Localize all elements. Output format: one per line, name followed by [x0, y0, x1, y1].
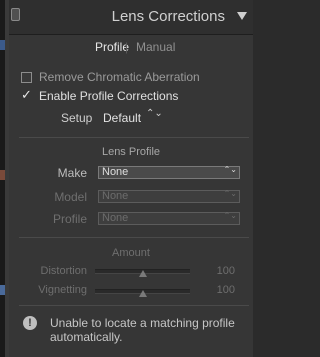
panel-header[interactable]: Lens Corrections	[9, 0, 253, 35]
model-value: None	[102, 190, 129, 202]
remove-chromatic-aberration-label: Remove Chromatic Aberration	[39, 70, 200, 84]
collapse-triangle-icon[interactable]	[237, 12, 247, 20]
setup-label: Setup	[61, 111, 93, 125]
distortion-slider-thumb[interactable]	[138, 270, 147, 277]
vignetting-slider[interactable]	[95, 289, 190, 297]
tab-separator: |	[125, 40, 129, 54]
select-arrows-icon: ⌃⌄	[223, 165, 237, 174]
tab-manual[interactable]: Manual	[136, 40, 175, 54]
setup-stepper-icon[interactable]: ⌃⌄	[146, 109, 163, 119]
warning-message: Unable to locate a matching profile auto…	[50, 316, 235, 344]
select-arrows-icon: ⌃⌄	[223, 211, 237, 220]
vignetting-slider-thumb[interactable]	[138, 290, 147, 297]
setup-select[interactable]: Default	[103, 111, 141, 125]
distortion-slider[interactable]	[95, 269, 190, 277]
model-select[interactable]: None ⌃⌄	[98, 190, 240, 203]
checkmark-icon: ✓	[21, 87, 32, 102]
left-edge-strip	[0, 0, 9, 357]
vignetting-value: 100	[216, 284, 235, 296]
left-strip-color-icon	[0, 40, 5, 50]
model-label: Model	[54, 190, 87, 204]
section-divider	[19, 137, 249, 138]
mode-tabs: Profile | Manual	[9, 40, 253, 56]
left-strip-color-icon	[0, 170, 5, 180]
make-value: None	[102, 166, 129, 178]
enable-profile-corrections-label: Enable Profile Corrections	[39, 89, 179, 103]
lens-profile-title: Lens Profile	[101, 146, 161, 158]
amount-title: Amount	[112, 247, 150, 259]
make-label: Make	[57, 166, 87, 180]
section-divider	[19, 237, 249, 238]
make-select[interactable]: None ⌃⌄	[98, 166, 240, 179]
tab-profile[interactable]: Profile	[95, 40, 129, 54]
left-strip-color-icon	[0, 285, 5, 295]
distortion-value: 100	[216, 265, 235, 277]
vignetting-label: Vignetting	[38, 284, 87, 296]
profile-value: None	[102, 212, 129, 224]
warning-icon: !	[23, 316, 37, 330]
distortion-label: Distortion	[40, 265, 87, 277]
enable-profile-corrections-checkbox[interactable]: ✓	[21, 87, 32, 102]
profile-label: Profile	[52, 212, 87, 226]
profile-select[interactable]: None ⌃⌄	[98, 212, 240, 225]
panel-title: Lens Corrections	[111, 8, 225, 25]
select-arrows-icon: ⌃⌄	[223, 189, 237, 198]
lens-corrections-panel: Lens Corrections Profile | Manual Remove…	[9, 0, 253, 357]
panel-switch-toggle[interactable]	[11, 8, 20, 21]
section-divider	[19, 305, 249, 306]
remove-chromatic-aberration-checkbox[interactable]	[21, 72, 32, 83]
